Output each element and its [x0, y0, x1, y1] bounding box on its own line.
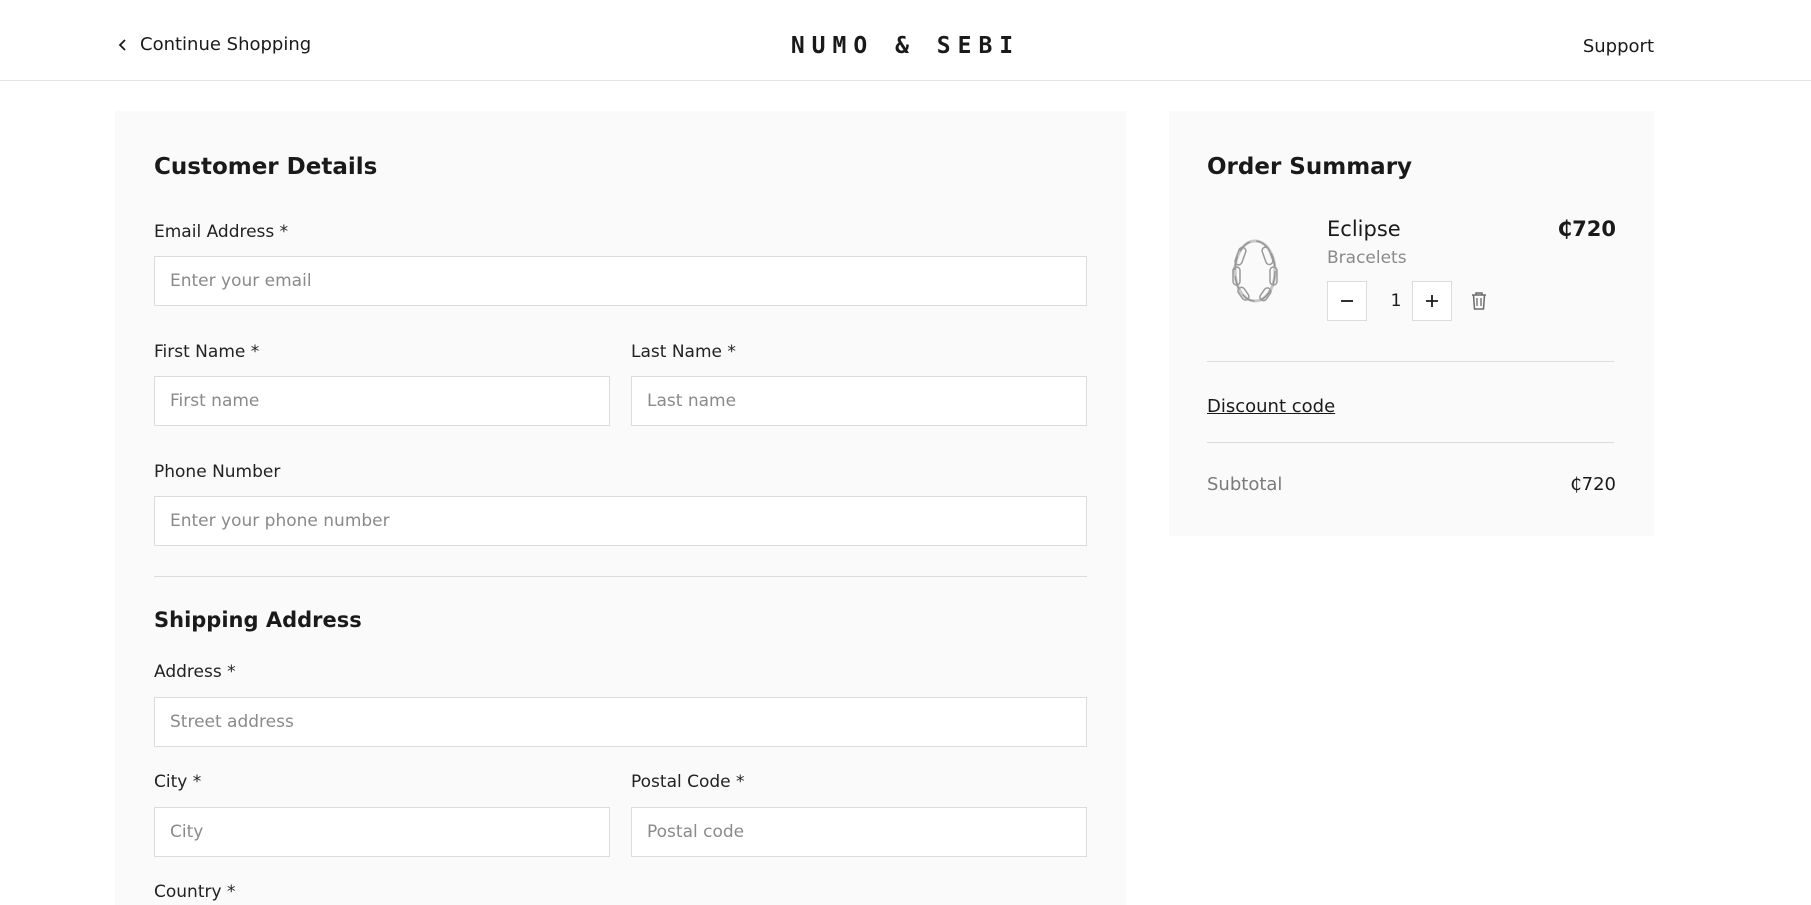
email-field[interactable]	[154, 256, 1087, 306]
trash-icon[interactable]	[1467, 289, 1491, 313]
section-divider	[154, 576, 1087, 577]
summary-divider-top	[1207, 361, 1614, 362]
chain-bracelet-icon	[1232, 239, 1278, 303]
summary-divider-bottom	[1207, 442, 1614, 443]
city-field[interactable]	[154, 807, 610, 857]
subtotal-label: Subtotal	[1207, 474, 1283, 495]
increase-quantity-button[interactable]	[1412, 281, 1452, 321]
decrease-quantity-button[interactable]	[1327, 281, 1367, 321]
product-category: Bracelets	[1327, 248, 1407, 268]
first-name-label: First Name *	[154, 342, 260, 362]
postal-code-field[interactable]	[631, 807, 1087, 857]
phone-label: Phone Number	[154, 462, 281, 482]
city-label: City *	[154, 772, 202, 792]
last-name-field[interactable]	[631, 376, 1087, 426]
phone-field[interactable]	[154, 496, 1087, 546]
checkout-form-panel: Customer Details Email Address * First N…	[115, 111, 1126, 905]
order-summary-title: Order Summary	[1207, 154, 1413, 180]
email-label: Email Address *	[154, 222, 289, 242]
top-bar: Continue Shopping NUMO & SEBI Support	[0, 0, 1811, 81]
quantity-value: 1	[1390, 291, 1402, 311]
product-price: ₵720	[1557, 217, 1616, 241]
subtotal-value: ₵720	[1570, 474, 1616, 495]
address-label: Address *	[154, 662, 236, 682]
address-field[interactable]	[154, 697, 1087, 747]
first-name-field[interactable]	[154, 376, 610, 426]
customer-details-title: Customer Details	[154, 154, 378, 180]
order-summary-panel: Order Summary Eclipse Bracelets ₵720 1 D…	[1169, 111, 1654, 536]
minus-icon	[1341, 300, 1353, 302]
last-name-label: Last Name *	[631, 342, 736, 362]
discount-code-link[interactable]: Discount code	[1207, 396, 1335, 417]
shipping-address-title: Shipping Address	[154, 608, 362, 632]
country-label: Country *	[154, 882, 236, 902]
brand-logo[interactable]: NUMO & SEBI	[0, 33, 1811, 59]
plus-icon	[1426, 295, 1438, 307]
product-name[interactable]: Eclipse	[1327, 217, 1401, 241]
support-link[interactable]: Support	[1583, 36, 1654, 57]
postal-code-label: Postal Code *	[631, 772, 745, 792]
